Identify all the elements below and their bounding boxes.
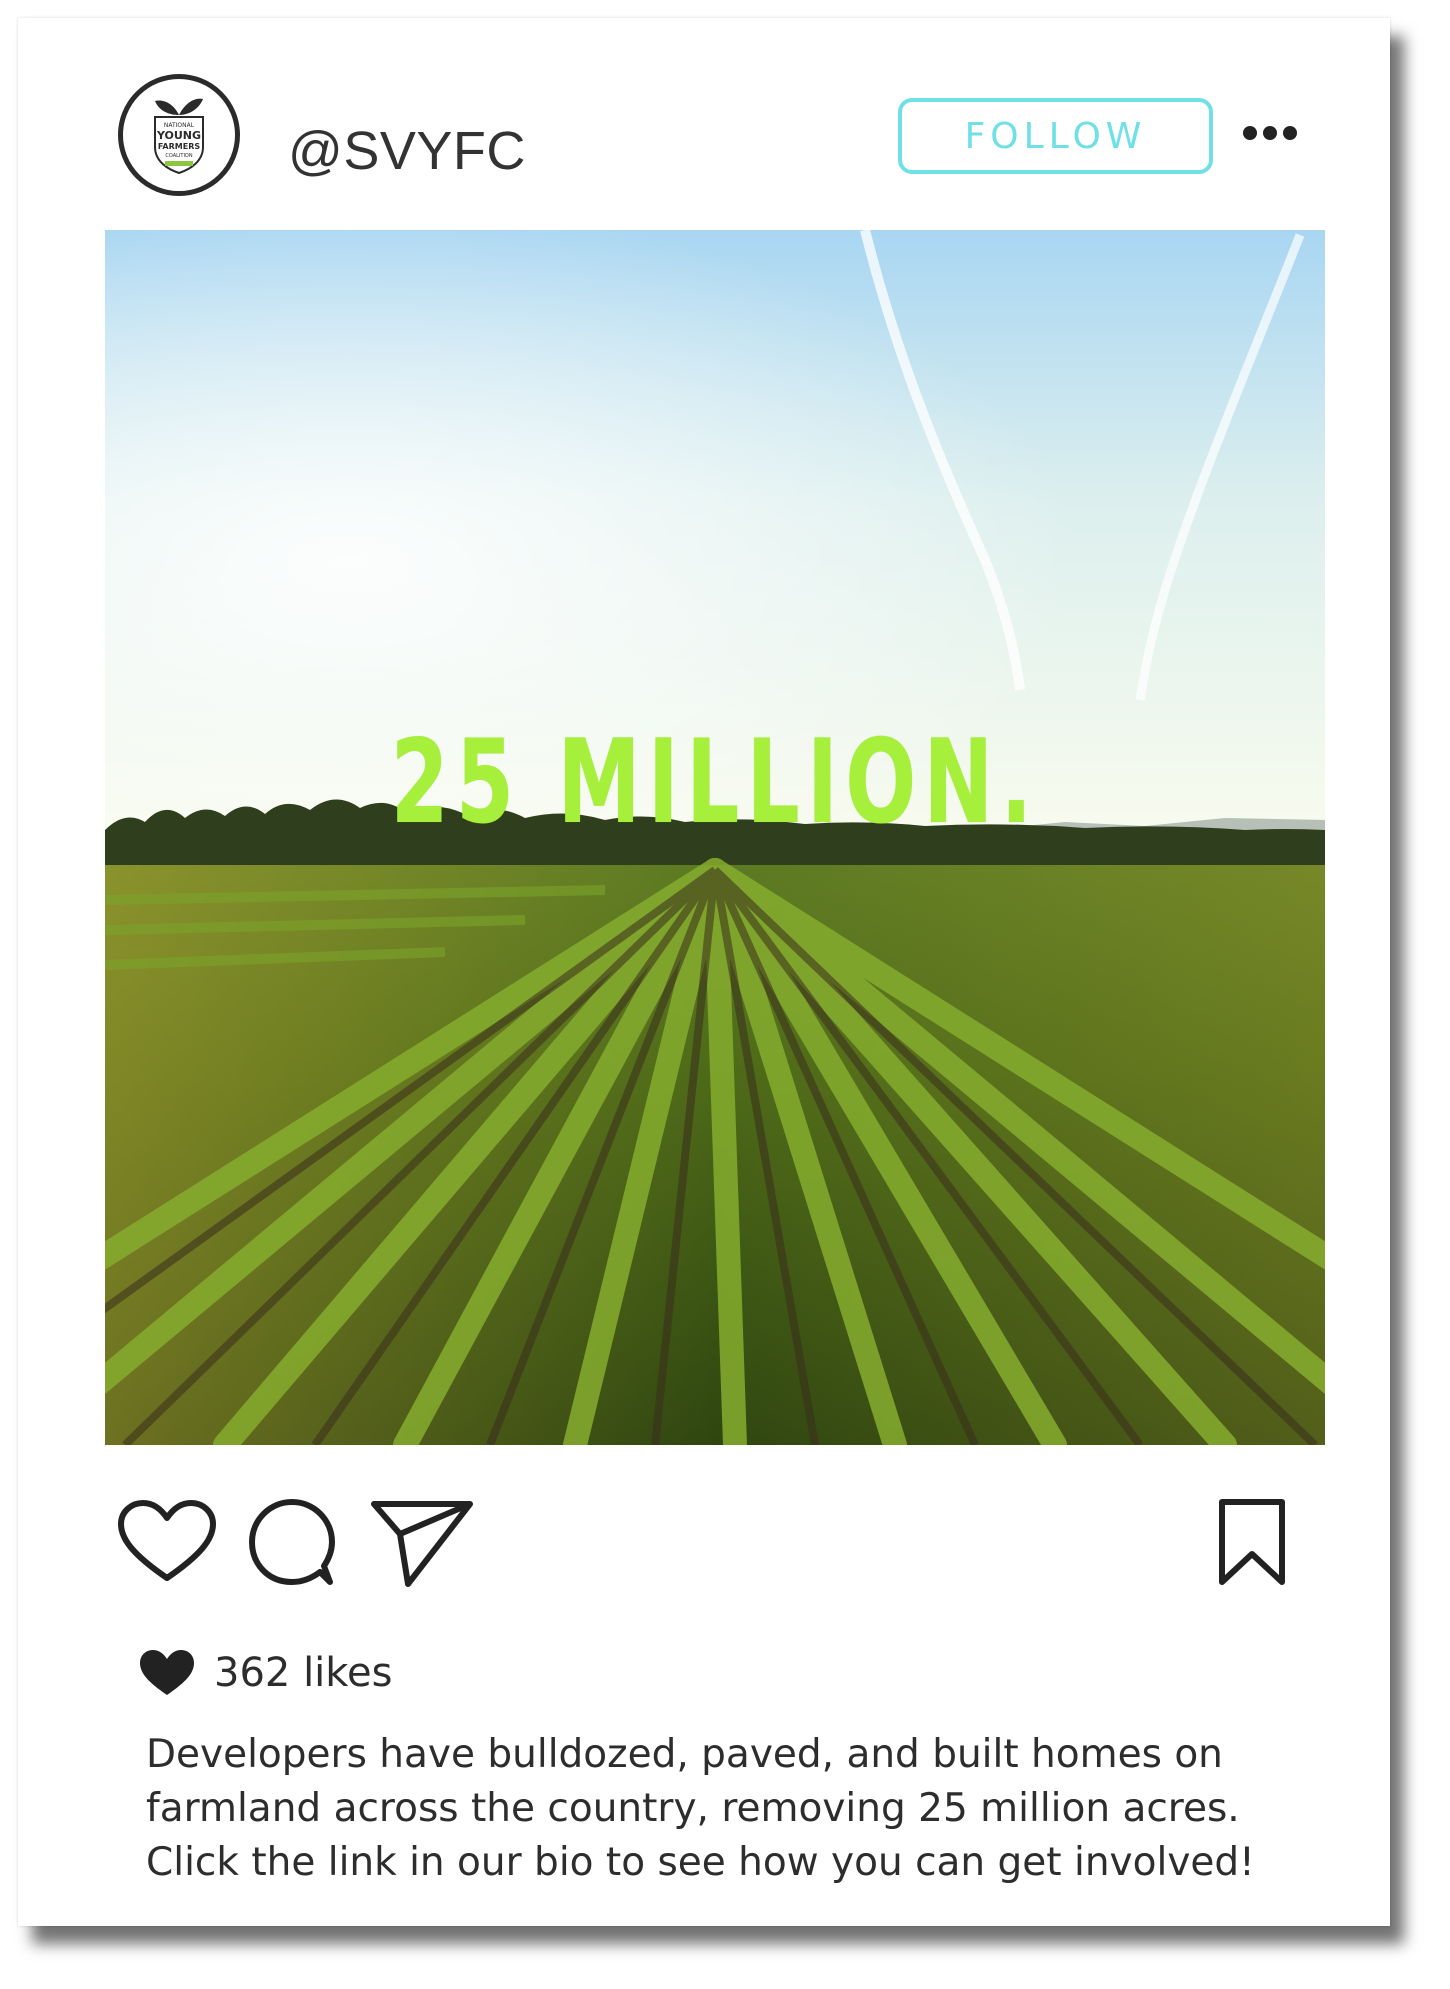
heart-icon[interactable] (115, 1498, 219, 1584)
likes-count: 362 likes (214, 1650, 393, 1696)
post-card: NATIONAL YOUNG FARMERS COALITION @SVYFC … (18, 18, 1390, 1926)
logo-line-national: NATIONAL (164, 122, 195, 129)
account-handle[interactable]: @SVYFC (288, 120, 526, 182)
caption-line: farmland across the country, removing 25… (146, 1786, 1240, 1831)
post-image[interactable]: 25 MILLION. (105, 230, 1325, 1445)
logo-line-young: YOUNG (156, 129, 201, 142)
logo-line-farmers: FARMERS (158, 142, 200, 151)
more-dots-icon[interactable] (1240, 118, 1300, 148)
young-farmers-logo-icon: NATIONAL YOUNG FARMERS COALITION (154, 98, 204, 175)
post-headline: 25 MILLION. (390, 715, 1040, 850)
paper-plane-icon[interactable] (370, 1498, 474, 1588)
filled-heart-icon (140, 1650, 194, 1695)
post-caption: Developers have bulldozed, paved, and bu… (146, 1728, 1326, 1890)
logo-line-coalition: COALITION (165, 153, 192, 159)
post-actions (18, 1498, 1390, 1618)
bookmark-icon[interactable] (1216, 1498, 1288, 1588)
caption-line: Click the link in our bio to see how you… (146, 1840, 1255, 1885)
likes-row[interactable]: 362 likes (138, 1643, 392, 1703)
avatar[interactable]: NATIONAL YOUNG FARMERS COALITION (118, 74, 240, 196)
comment-bubble-icon[interactable] (246, 1496, 340, 1588)
follow-button[interactable]: FOLLOW (898, 98, 1213, 174)
post-header: NATIONAL YOUNG FARMERS COALITION @SVYFC … (18, 18, 1390, 228)
caption-line: Developers have bulldozed, paved, and bu… (146, 1732, 1223, 1777)
